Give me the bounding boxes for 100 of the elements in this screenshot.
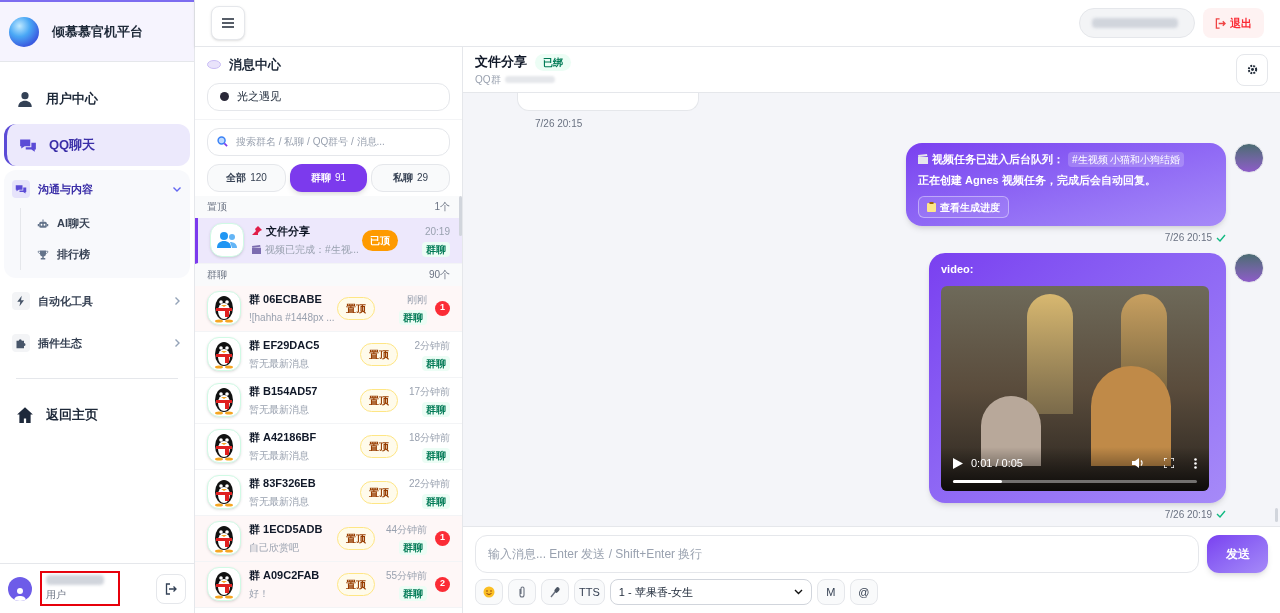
conversation-row[interactable]: 群 A09C2FAB 好！ 置顶 55分钟前 群聊 2 bbox=[195, 561, 462, 608]
volume-icon bbox=[1132, 457, 1144, 470]
user-role: 用户 bbox=[46, 588, 67, 602]
pin-tag[interactable]: 置顶 bbox=[360, 388, 398, 412]
conversation-row[interactable]: 群 1ECD5ADB 自己欣赏吧 置顶 44分钟前 群聊 1 bbox=[195, 515, 462, 562]
menu-button[interactable] bbox=[211, 6, 245, 40]
home-icon bbox=[16, 406, 34, 424]
sidebar-group[interactable]: 自动化工具 bbox=[4, 282, 190, 320]
message-input[interactable]: 输入消息... Enter 发送 / Shift+Enter 换行 bbox=[475, 535, 1199, 573]
scrollbar-thumb bbox=[459, 195, 462, 236]
settings-button[interactable] bbox=[1236, 53, 1268, 86]
hashtag-chip: #生视频 小猫和小狗结婚 bbox=[1068, 151, 1185, 167]
conversation-row[interactable]: 文件分享 视频已完成：#生视... 已顶 20:19 群聊 bbox=[195, 217, 462, 264]
conversation-name: 群 83F326EB bbox=[249, 475, 316, 491]
message-time: 7/26 20:15 bbox=[1164, 231, 1212, 245]
scrollbar-thumb bbox=[1275, 508, 1278, 522]
exit-icon bbox=[1215, 17, 1226, 29]
section-title: 群聊 bbox=[207, 268, 227, 282]
conversation-name: 群 06ECBABE bbox=[249, 291, 322, 307]
voice-button[interactable] bbox=[541, 579, 569, 605]
search-icon bbox=[217, 135, 228, 147]
timestamp: 18分钟前 bbox=[408, 430, 450, 445]
clapperboard-icon bbox=[918, 154, 928, 165]
sidebar-item[interactable]: QQ聊天 bbox=[4, 124, 190, 166]
search-field[interactable]: 搜索群名 / 私聊 / QQ群号 / 消息... bbox=[207, 127, 450, 156]
message-preview: 暂无最新消息 bbox=[249, 449, 309, 464]
unread-count: 1 bbox=[435, 530, 450, 546]
message-preview: 视频已完成：#生视... bbox=[265, 243, 359, 258]
logout-button[interactable]: 退出 bbox=[1203, 8, 1264, 38]
pin-tag[interactable]: 置顶 bbox=[337, 572, 375, 596]
globe-logo-icon bbox=[8, 15, 40, 48]
tool-button[interactable]: M bbox=[816, 579, 845, 605]
chevron-icon bbox=[172, 338, 182, 348]
sidebar-group[interactable]: 沟通与内容 bbox=[4, 170, 190, 208]
send-button[interactable]: 发送 bbox=[1207, 535, 1268, 573]
settings-icon bbox=[1246, 64, 1258, 75]
panel-title: 消息中心 bbox=[229, 56, 281, 74]
pin-tag[interactable]: 置顶 bbox=[337, 526, 375, 550]
filter-tab[interactable]: 群聊 91 bbox=[290, 163, 367, 192]
emoji-button[interactable] bbox=[475, 579, 503, 605]
account-selector[interactable]: 光之遇见 bbox=[207, 82, 450, 111]
video-progress-track[interactable] bbox=[953, 479, 1197, 483]
chat-type-tag: 群聊 bbox=[422, 401, 450, 417]
bound-badge: 已绑 bbox=[535, 53, 571, 71]
pin-tag[interactable]: 置顶 bbox=[360, 480, 398, 504]
chevron-down-icon bbox=[793, 589, 803, 595]
redacted-text bbox=[46, 575, 104, 585]
chat-type-tag: 群聊 bbox=[422, 493, 450, 509]
timestamp: 20:19 bbox=[424, 224, 450, 239]
section-count: 1个 bbox=[434, 200, 450, 214]
pin-tag[interactable]: 置顶 bbox=[360, 342, 398, 366]
more-icon bbox=[1194, 457, 1197, 469]
menu-icon bbox=[222, 18, 234, 28]
play-icon bbox=[953, 457, 963, 469]
conversation-row[interactable]: 群 06ECBABE ![hahha #1448px ... 置顶 刚刚 群聊 1 bbox=[195, 285, 462, 332]
chat-type-tag: 群聊 bbox=[399, 585, 427, 601]
redacted-text bbox=[504, 75, 555, 83]
fullscreen-icon bbox=[1164, 458, 1174, 469]
chat-type-tag: 群聊 bbox=[422, 447, 450, 463]
filter-tab[interactable]: 私聊 29 bbox=[371, 163, 450, 192]
submenu-item[interactable]: 排行榜 bbox=[37, 239, 190, 270]
chat-type-tag: 群聊 bbox=[399, 309, 427, 325]
trophy-icon bbox=[37, 248, 49, 261]
message-preview: ![hahha #1448px ... bbox=[249, 311, 335, 326]
avatar-picture bbox=[1234, 253, 1264, 283]
tool-button[interactable]: @ bbox=[849, 579, 878, 605]
dot-icon bbox=[220, 92, 229, 101]
speech-bubble-icon bbox=[207, 59, 221, 70]
timestamp: 17分钟前 bbox=[408, 384, 450, 399]
conversation-name: 群 1ECD5ADB bbox=[249, 521, 323, 537]
chevron-icon bbox=[172, 296, 182, 306]
chat-type-tag: 群聊 bbox=[399, 539, 427, 555]
pin-tag[interactable]: 置顶 bbox=[360, 434, 398, 458]
filter-tab[interactable]: 全部 120 bbox=[207, 163, 286, 192]
chat-title: 文件分享 bbox=[475, 53, 527, 72]
user-icon bbox=[16, 90, 34, 108]
robot-icon bbox=[37, 217, 49, 230]
avatar-picture bbox=[1234, 143, 1264, 173]
timestamp: 44分钟前 bbox=[385, 522, 427, 537]
sidebar-group[interactable]: 插件生态 bbox=[4, 324, 190, 362]
timestamp: 2分钟前 bbox=[414, 338, 450, 353]
chat-type-tag: 群聊 bbox=[422, 355, 450, 371]
tool-button[interactable]: TTS bbox=[574, 579, 605, 605]
people-icon bbox=[216, 231, 238, 249]
unread-count: 1 bbox=[435, 300, 450, 316]
voice-select[interactable]: 1 - 苹果香-女生 bbox=[609, 579, 812, 605]
conversation-name: 群 EF29DAC5 bbox=[249, 337, 320, 353]
logout-button[interactable] bbox=[156, 573, 186, 604]
message-time: 7/26 20:19 bbox=[1164, 507, 1212, 522]
chevron-icon bbox=[172, 184, 182, 194]
timestamp: 22分钟前 bbox=[408, 476, 450, 491]
message-preview: 暂无最新消息 bbox=[249, 357, 309, 372]
sidebar-item[interactable]: 用户中心 bbox=[4, 78, 190, 120]
submenu-item[interactable]: AI聊天 bbox=[37, 208, 190, 239]
pin-tag[interactable]: 置顶 bbox=[337, 296, 375, 320]
conversation-name: 文件分享 bbox=[266, 223, 310, 239]
logout-icon bbox=[165, 582, 177, 595]
message-preview: 自己欣赏吧 bbox=[249, 541, 299, 556]
sidebar-item[interactable]: 返回主页 bbox=[4, 395, 190, 435]
timestamp: 55分钟前 bbox=[385, 568, 427, 583]
